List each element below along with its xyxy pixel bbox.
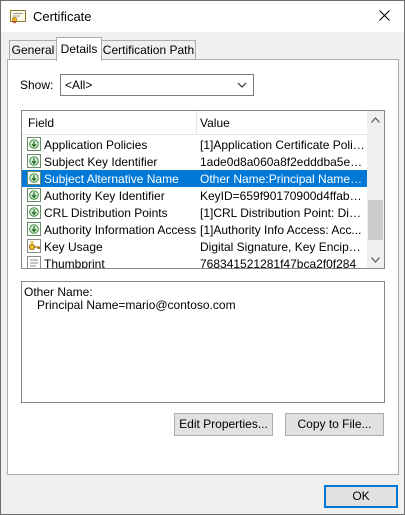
field-list[interactable]: Field Value Application Policies [1]Appl…: [21, 110, 385, 269]
column-divider[interactable]: [196, 111, 197, 134]
cert-ext-icon: [27, 171, 41, 185]
show-label: Show:: [20, 78, 54, 92]
cert-prop-icon: [27, 256, 41, 268]
list-row[interactable]: Thumbprint 768341521281f47bca2f0f284: [22, 255, 367, 269]
scroll-up-arrow-icon[interactable]: [367, 111, 384, 128]
scroll-down-arrow-icon[interactable]: [367, 251, 384, 268]
certificate-icon: [10, 10, 26, 24]
list-row[interactable]: Subject Key Identifier 1ade0d8a060a8f2ed…: [22, 153, 367, 170]
window-title: Certificate: [33, 9, 92, 24]
field-value: Digital Signature, Key Encipher...: [200, 240, 365, 254]
list-row[interactable]: Authority Key Identifier KeyID=659f90170…: [22, 187, 367, 204]
certificate-dialog: Certificate General Details Certificatio…: [0, 0, 405, 515]
list-row[interactable]: Authority Information Access [1]Authorit…: [22, 221, 367, 238]
field-name: Subject Alternative Name: [44, 172, 179, 186]
cert-ext-icon: [27, 188, 41, 202]
ok-button[interactable]: OK: [324, 485, 398, 508]
cert-ext-icon: [27, 205, 41, 219]
close-button[interactable]: [364, 1, 404, 32]
scrollbar-thumb[interactable]: [368, 200, 383, 240]
field-name: Application Policies: [44, 138, 148, 152]
tab-strip: General Details Certification Path: [1, 32, 404, 61]
field-name: Thumbprint: [44, 257, 105, 269]
list-row[interactable]: Key Usage Digital Signature, Key Enciphe…: [22, 238, 367, 255]
list-row-selected[interactable]: Subject Alternative Name Other Name:Prin…: [22, 170, 367, 187]
vertical-scrollbar[interactable]: [367, 111, 384, 268]
field-value: Other Name:Principal Name=m...: [200, 172, 365, 186]
field-value: [1]CRL Distribution Point: Distr...: [200, 206, 365, 220]
detail-textbox[interactable]: Other Name: Principal Name=mario@contoso…: [21, 281, 385, 403]
cert-ext-icon: [27, 222, 41, 236]
detail-line: Other Name:: [24, 285, 93, 299]
field-name: Authority Information Access: [44, 223, 197, 237]
details-panel: Show: <All> Field Value Application Poli…: [7, 59, 399, 475]
column-header-field[interactable]: Field: [28, 116, 54, 130]
tab-details[interactable]: Details: [56, 37, 102, 61]
edit-properties-button[interactable]: Edit Properties...: [174, 413, 273, 436]
chevron-down-icon: [237, 79, 247, 93]
field-value: [1]Application Certificate Polic...: [200, 138, 365, 152]
field-value: KeyID=659f90170900d4ffab8...: [200, 189, 365, 203]
title-bar: Certificate: [1, 1, 404, 32]
cert-ext-icon: [27, 154, 41, 168]
list-row[interactable]: CRL Distribution Points [1]CRL Distribut…: [22, 204, 367, 221]
close-icon: [378, 9, 390, 24]
show-dropdown[interactable]: <All>: [60, 74, 254, 96]
field-value: 768341521281f47bca2f0f284: [200, 257, 357, 269]
field-list-header: Field Value: [22, 111, 367, 135]
tab-general[interactable]: General: [9, 40, 57, 60]
key-usage-icon: [27, 239, 41, 253]
column-header-value[interactable]: Value: [200, 116, 230, 130]
field-value: [1]Authority Info Access: Acc...: [200, 223, 362, 237]
tab-certification-path[interactable]: Certification Path: [101, 40, 196, 60]
field-value: 1ade0d8a060a8f2edddba5ed...: [200, 155, 365, 169]
field-name: Subject Key Identifier: [44, 155, 158, 169]
copy-to-file-button[interactable]: Copy to File...: [285, 413, 384, 436]
field-name: Authority Key Identifier: [44, 189, 165, 203]
field-name: CRL Distribution Points: [44, 206, 168, 220]
list-row[interactable]: Application Policies [1]Application Cert…: [22, 136, 367, 153]
detail-line: Principal Name=mario@contoso.com: [37, 298, 236, 312]
cert-ext-icon: [27, 137, 41, 151]
show-dropdown-value: <All>: [65, 78, 93, 92]
field-name: Key Usage: [44, 240, 103, 254]
